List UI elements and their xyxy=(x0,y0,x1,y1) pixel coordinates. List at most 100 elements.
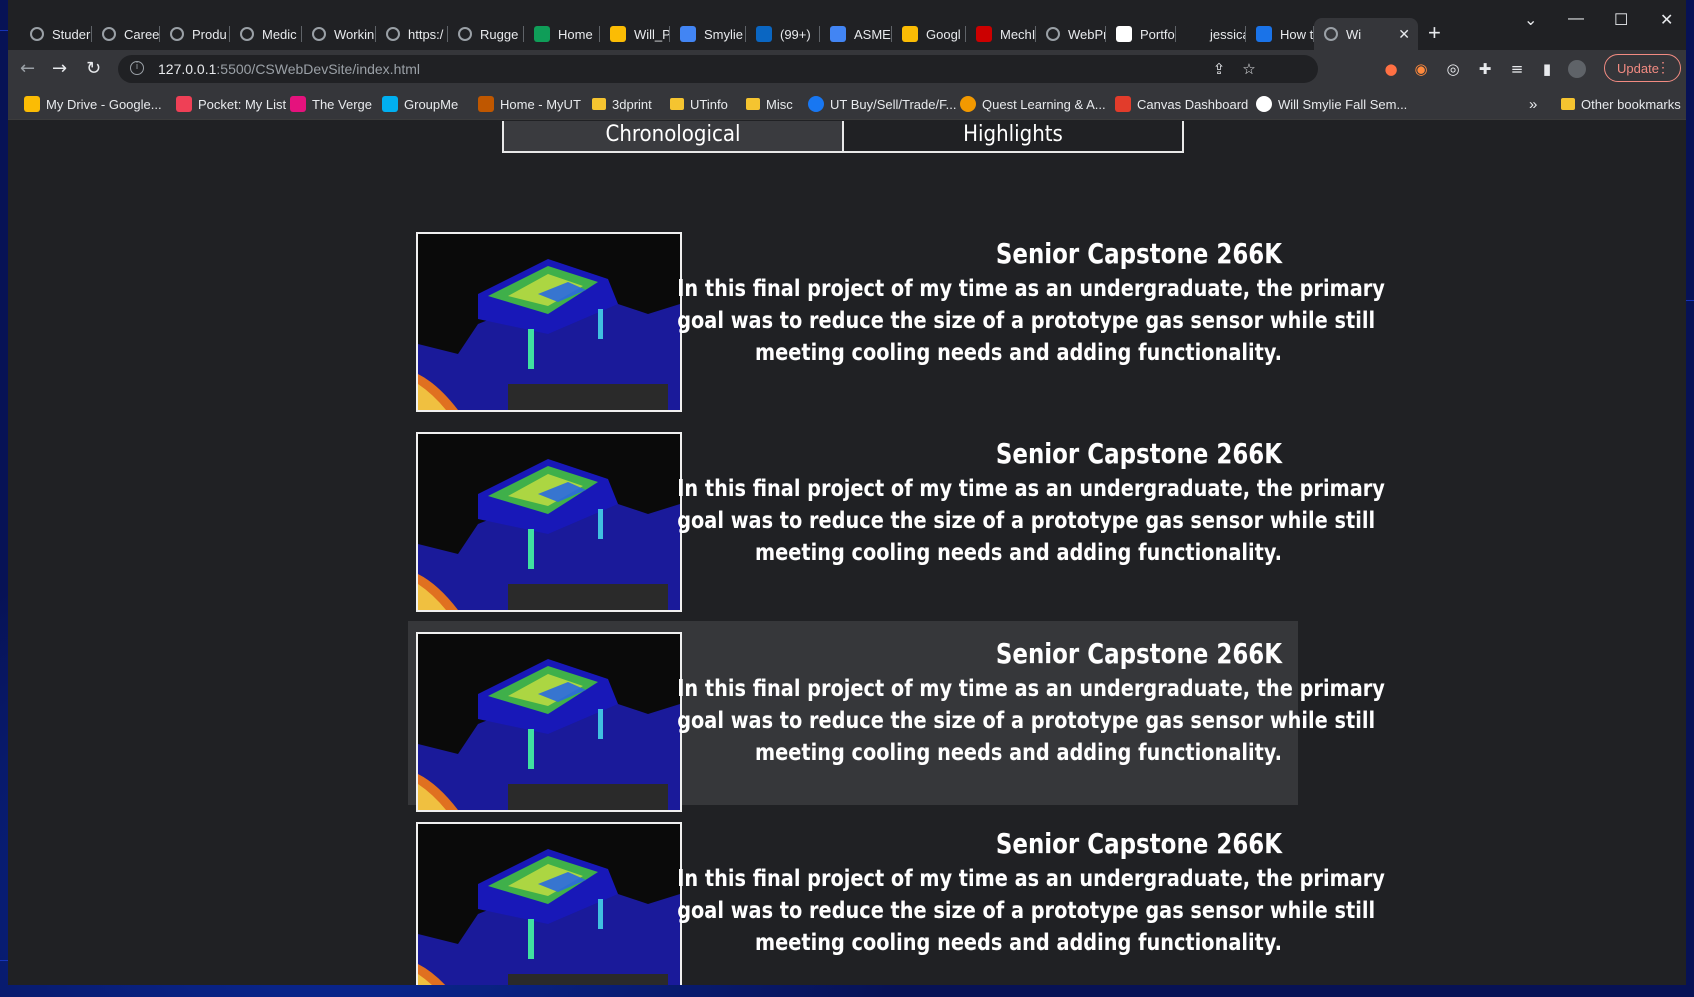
blank-icon xyxy=(1186,26,1202,42)
tab-label: Produ xyxy=(192,26,227,42)
forward-icon[interactable]: → xyxy=(52,58,67,79)
bookmark-1[interactable]: Pocket: My List xyxy=(176,95,286,113)
site-info-icon[interactable]: i xyxy=(130,61,144,75)
url-text[interactable]: 127.0.0.1:5500/CSWebDevSite/index.html xyxy=(158,61,420,77)
tab-label: Wi xyxy=(1346,26,1362,42)
tab-search-icon[interactable]: ⌄ xyxy=(1524,10,1537,30)
tab-11[interactable]: ASME xyxy=(820,18,892,50)
tab-strip: Studer Careers Produ Medic Workin https:/ Rugg… xyxy=(8,0,1686,50)
bookmark-10[interactable]: Canvas Dashboard xyxy=(1115,95,1248,113)
tab-label: WebPr xyxy=(1068,26,1106,42)
bookmarks-overflow-icon[interactable]: » xyxy=(1529,95,1537,113)
bookmark-11[interactable]: Will Smylie Fall Sem... xyxy=(1256,95,1407,113)
other-bookmarks-label: Other bookmarks xyxy=(1581,96,1681,112)
tab-16[interactable]: jessica xyxy=(1176,18,1246,50)
highlights-button[interactable]: Highlights xyxy=(844,121,1182,151)
update-button[interactable]: Update ⋮ xyxy=(1604,54,1681,82)
project-card[interactable]: Senior Capstone 266K In this final projec… xyxy=(408,811,1385,985)
tab-label: Medic xyxy=(262,26,297,42)
tab-15[interactable]: Portfo xyxy=(1106,18,1176,50)
tab-label: Home xyxy=(558,26,593,42)
pocket-icon xyxy=(176,96,192,112)
bookmark-5[interactable]: 3dprint xyxy=(592,95,652,113)
description-line: In this final project of my time as an u… xyxy=(677,276,1385,302)
globe-icon xyxy=(170,27,184,41)
media-icon[interactable]: ≡ xyxy=(1508,60,1526,78)
close-tab-icon[interactable]: ✕ xyxy=(1398,26,1410,43)
address-bar[interactable]: i 127.0.0.1:5500/CSWebDevSite/index.html… xyxy=(118,55,1318,83)
tab-label: Googl xyxy=(926,26,961,42)
project-card[interactable]: Senior Capstone 266K In this final projec… xyxy=(408,621,1385,812)
tab-label: How t xyxy=(1280,26,1314,42)
reload-icon[interactable]: ↻ xyxy=(86,58,101,79)
docs-icon xyxy=(830,26,846,42)
maximize-icon[interactable]: ☐ xyxy=(1614,10,1628,30)
tab-label: Smylie xyxy=(704,26,744,42)
project-card[interactable]: Senior Capstone 266K In this final projec… xyxy=(408,421,1385,612)
bookmark-4[interactable]: Home - MyUT xyxy=(478,95,581,113)
tab-5[interactable]: https:/ xyxy=(376,18,448,50)
tab-13[interactable]: MechI xyxy=(966,18,1036,50)
bookmark-9[interactable]: Quest Learning & A... xyxy=(960,95,1106,113)
view-toggle: Chronological Highlights xyxy=(502,121,1184,153)
bookmark-2[interactable]: The Verge xyxy=(290,95,372,113)
project-title: Senior Capstone 266K xyxy=(995,437,1282,470)
description-line: meeting cooling needs and adding functio… xyxy=(755,930,1282,956)
description-line: In this final project of my time as an u… xyxy=(677,866,1385,892)
profile-avatar[interactable] xyxy=(1568,60,1586,78)
extension-icon-1[interactable]: ● xyxy=(1382,60,1400,78)
bookmark-6[interactable]: UTinfo xyxy=(670,95,728,113)
project-title: Senior Capstone 266K xyxy=(995,637,1282,670)
folder-icon xyxy=(1561,98,1575,110)
tab-14[interactable]: WebPr xyxy=(1036,18,1106,50)
back-icon[interactable]: ← xyxy=(20,58,35,79)
tab-8[interactable]: Will_P xyxy=(600,18,670,50)
tab-1[interactable]: Careers xyxy=(92,18,160,50)
tab-18[interactable]: Wi ✕ xyxy=(1314,18,1418,50)
bookmark-label: Quest Learning & A... xyxy=(982,96,1106,112)
project-card[interactable]: Senior Capstone 266K In this final projec… xyxy=(408,221,1385,412)
new-tab-button[interactable]: + xyxy=(1428,20,1441,46)
close-window-icon[interactable]: ✕ xyxy=(1660,10,1673,30)
tab-10[interactable]: (99+) xyxy=(746,18,820,50)
tab-17[interactable]: How t xyxy=(1246,18,1314,50)
globe-icon xyxy=(240,27,254,41)
browser-window: Studer Careers Produ Medic Workin https:/ Rugg… xyxy=(8,0,1686,985)
tab-2[interactable]: Produ xyxy=(160,18,230,50)
bookmark-7[interactable]: Misc xyxy=(746,95,793,113)
project-title: Senior Capstone 266K xyxy=(995,237,1282,270)
bookmark-8[interactable]: UT Buy/Sell/Trade/F... xyxy=(808,95,956,113)
tab-9[interactable]: Smylie xyxy=(670,18,746,50)
tab-7[interactable]: Home xyxy=(524,18,600,50)
project-description: In this final project of my time as an u… xyxy=(562,673,1385,769)
tab-label: Portfo xyxy=(1140,26,1175,42)
project-description: In this final project of my time as an u… xyxy=(562,473,1385,569)
tab-3[interactable]: Medic xyxy=(230,18,302,50)
menu-dots-icon: ⋮ xyxy=(1656,59,1670,75)
keep-icon xyxy=(902,26,918,42)
page-content: Chronological Highlights Senior Capstone… xyxy=(8,121,1686,985)
globe-icon xyxy=(102,27,116,41)
linkedin-icon xyxy=(756,26,772,42)
share-icon[interactable]: ⇪ xyxy=(1210,60,1228,78)
tab-label: MechI xyxy=(1000,26,1036,42)
bookmark-0[interactable]: My Drive - Google... xyxy=(24,95,162,113)
ut-icon xyxy=(478,96,494,112)
folder-icon xyxy=(746,98,760,110)
extension-icon-2[interactable]: ◉ xyxy=(1412,60,1430,78)
description-line: In this final project of my time as an u… xyxy=(677,676,1385,702)
minimize-icon[interactable]: — xyxy=(1568,10,1584,28)
other-bookmarks[interactable]: Other bookmarks xyxy=(1561,95,1681,113)
extensions-puzzle-icon[interactable]: ✚ xyxy=(1476,60,1494,78)
tab-6[interactable]: Rugge xyxy=(448,18,524,50)
tab-0[interactable]: Studer xyxy=(20,18,92,50)
side-panel-icon[interactable]: ▮ xyxy=(1538,60,1556,78)
bookmark-3[interactable]: GroupMe xyxy=(382,95,458,113)
chronological-button[interactable]: Chronological xyxy=(504,121,844,151)
bookmark-label: UT Buy/Sell/Trade/F... xyxy=(830,96,957,112)
bookmark-star-icon[interactable]: ☆ xyxy=(1240,60,1258,78)
extension-icon-3[interactable]: ◎ xyxy=(1444,60,1462,78)
bookmark-label: GroupMe xyxy=(404,96,459,112)
tab-4[interactable]: Workin xyxy=(302,18,376,50)
tab-12[interactable]: Googl xyxy=(892,18,966,50)
